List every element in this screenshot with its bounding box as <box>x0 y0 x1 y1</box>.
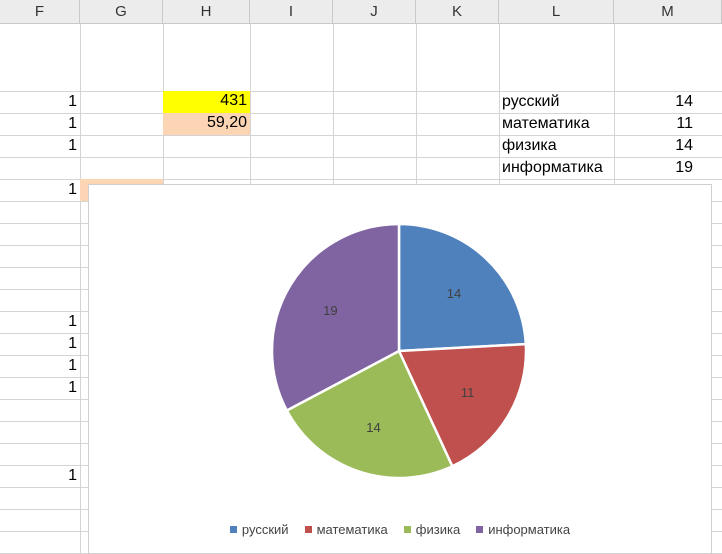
chart-legend: русский математика физика информатика <box>89 522 711 537</box>
cell-subject-name[interactable]: физика <box>499 136 614 156</box>
legend-label: информатика <box>488 522 571 537</box>
pie-data-label: 19 <box>323 303 337 318</box>
cell-f-value[interactable]: 1 <box>0 356 80 376</box>
legend-item: информатика <box>476 522 570 537</box>
cell-subject-name[interactable]: информатика <box>499 158 614 178</box>
cell-f-value[interactable]: 1 <box>0 334 80 354</box>
column-header-g[interactable]: G <box>80 0 163 24</box>
cell-f-value[interactable]: 1 <box>0 180 80 200</box>
pie-data-label: 14 <box>447 286 461 301</box>
cell-subject-name[interactable]: русский <box>499 92 614 112</box>
legend-label: физика <box>415 522 461 537</box>
legend-swatch <box>229 526 237 533</box>
cell-subject-value[interactable]: 19 <box>614 158 696 178</box>
cell-subject-name[interactable]: математика <box>499 114 614 134</box>
cell-subject-value[interactable]: 14 <box>614 136 696 156</box>
legend-item: математика <box>304 522 388 537</box>
column-header-i[interactable]: I <box>250 0 333 24</box>
cell-subject-value[interactable]: 11 <box>614 114 696 134</box>
cell-f-value[interactable]: 1 <box>0 114 80 134</box>
legend-item: физика <box>403 522 461 537</box>
legend-label: русский <box>241 522 289 537</box>
column-header-j[interactable]: J <box>333 0 416 24</box>
legend-swatch <box>403 526 411 533</box>
column-header-l[interactable]: L <box>499 0 614 24</box>
cell-f-value[interactable]: 1 <box>0 466 80 486</box>
legend-item: русский <box>229 522 289 537</box>
column-header-m[interactable]: M <box>614 0 722 24</box>
legend-swatch <box>476 526 484 533</box>
legend-label: математика <box>316 522 388 537</box>
cell-subject-value[interactable]: 14 <box>614 92 696 112</box>
cell-f-value[interactable]: 1 <box>0 312 80 332</box>
pie-chart-canvas: 14 11 14 19 <box>270 222 528 480</box>
column-header-k[interactable]: K <box>416 0 499 24</box>
cell-f-value[interactable]: 1 <box>0 136 80 156</box>
cell-h-total[interactable]: 431 <box>163 91 250 113</box>
column-header-h[interactable]: H <box>163 0 250 24</box>
legend-swatch <box>304 526 312 533</box>
pie-data-label: 11 <box>461 385 475 400</box>
column-header-f[interactable]: F <box>0 0 80 24</box>
cell-f-value[interactable]: 1 <box>0 92 80 112</box>
pie-data-label: 14 <box>366 420 380 435</box>
cell-h-average[interactable]: 59,20 <box>163 113 250 135</box>
pie-chart[interactable]: 14 11 14 19 русский математика физика инфор… <box>88 184 712 554</box>
cell-f-value[interactable]: 1 <box>0 378 80 398</box>
pie-slice[interactable] <box>397 222 528 353</box>
spreadsheet-grid[interactable]: F G H I J K L M 431 59,20 1 1 1 1 1 1 1 … <box>0 0 722 554</box>
